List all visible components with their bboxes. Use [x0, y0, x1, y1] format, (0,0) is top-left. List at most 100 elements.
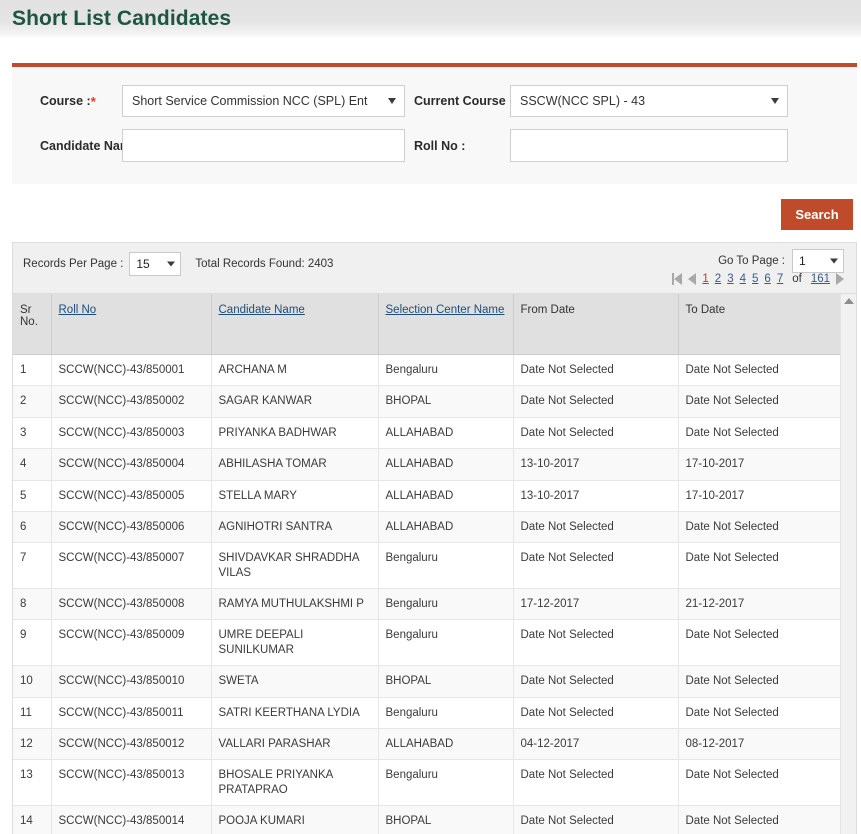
form-row-name-roll: Candidate Name : Roll No :: [12, 129, 857, 162]
table-header-row: Sr No. Roll No Candidate Name Selection Cent…: [13, 294, 840, 355]
table-cell-4: Date Not Selected: [513, 619, 679, 667]
table-scrollbar[interactable]: [840, 294, 856, 834]
candidates-table-wrapper: Sr No. Roll No Candidate Name Selection Cent…: [12, 294, 857, 834]
table-cell-4: Date Not Selected: [513, 354, 679, 387]
table-row: 11 SCCW(NCC)-43/850011 SATRI KEERTHANA LYD…: [13, 697, 840, 729]
table-cell-0: 8: [13, 588, 52, 621]
candidate-name-input[interactable]: [122, 129, 405, 162]
table-cell-3: ALLAHABAD: [378, 417, 514, 450]
page-links-top: 1234567 of 161: [672, 273, 844, 285]
page-link-7-top[interactable]: 7: [777, 273, 783, 285]
table-cell-5: 21-12-2017: [678, 588, 840, 621]
page-link-6-top[interactable]: 6: [764, 273, 770, 285]
table-cell-3: BHOPAL: [378, 665, 514, 698]
first-page-icon[interactable]: [672, 273, 683, 285]
pagination-top: Records Per Page : 15 Total Records Foun…: [12, 242, 857, 294]
table-cell-3: BHOPAL: [378, 385, 514, 418]
table-cell-3: Bengaluru: [378, 619, 514, 667]
table-cell-2: STELLA MARY: [211, 480, 379, 512]
course-required-asterisk: *: [90, 93, 96, 109]
table-row: 9 SCCW(NCC)-43/850009 UMRE DEEPALI SUNILKU…: [13, 619, 840, 667]
table-row: 3 SCCW(NCC)-43/850003 PRIYANKA BADHWAR ALLA…: [13, 417, 840, 450]
page-link-5-top[interactable]: 5: [752, 273, 758, 285]
current-course-label-text: Current Course :: [414, 93, 514, 108]
current-course-label: Current Course :*: [405, 93, 518, 109]
table-cell-1: SCCW(NCC)-43/850005: [51, 480, 212, 512]
current-course-select[interactable]: SSCW(NCC SPL) - 43: [510, 85, 788, 117]
table-cell-1: SCCW(NCC)-43/850002: [51, 385, 212, 418]
table-cell-5: Date Not Selected: [678, 665, 840, 698]
course-label: Course :*: [12, 94, 122, 109]
page-content: Course :* Short Service Commission NCC (…: [0, 63, 861, 834]
table-cell-1: SCCW(NCC)-43/850007: [51, 542, 212, 589]
table-cell-1: SCCW(NCC)-43/850001: [51, 354, 212, 387]
table-cell-0: 9: [13, 619, 52, 667]
course-select-wrapper: Short Service Commission NCC (SPL) Ent: [122, 85, 405, 117]
candidate-name-input-wrapper: [122, 129, 405, 162]
next-page-icon[interactable]: [836, 273, 844, 285]
table-header-cell-2[interactable]: Candidate Name: [211, 294, 379, 355]
table-cell-0: 7: [13, 542, 52, 589]
table-cell-1: SCCW(NCC)-43/850004: [51, 448, 212, 481]
table-header-cell-1[interactable]: Roll No: [51, 294, 212, 355]
table-cell-2: ARCHANA M: [211, 354, 379, 387]
form-row-course: Course :* Short Service Commission NCC (…: [12, 85, 857, 117]
table-cell-3: Bengaluru: [378, 697, 514, 729]
roll-no-input-wrapper: [510, 129, 788, 162]
course-select[interactable]: Short Service Commission NCC (SPL) Ent: [122, 85, 405, 117]
table-header-label-3[interactable]: Selection Center Name: [386, 304, 505, 316]
page-link-1-top[interactable]: 1: [702, 273, 708, 285]
table-row: 4 SCCW(NCC)-43/850004 ABHILASHA TOMAR ALLAH…: [13, 448, 840, 481]
total-pages-link-top[interactable]: 161: [811, 273, 830, 285]
table-row: 7 SCCW(NCC)-43/850007 SHIVDAVKAR SHRADDHA …: [13, 542, 840, 589]
table-header-label-1[interactable]: Roll No: [59, 304, 97, 316]
table-row: 6 SCCW(NCC)-43/850006 AGNIHOTRI SANTRA ALLA…: [13, 511, 840, 544]
table-cell-4: 04-12-2017: [513, 728, 679, 761]
table-cell-5: 17-10-2017: [678, 480, 840, 512]
table-header-cell-3[interactable]: Selection Center Name: [378, 294, 514, 355]
goto-page-group-top: Go To Page : 1: [718, 249, 844, 273]
table-cell-4: Date Not Selected: [513, 385, 679, 418]
table-cell-1: SCCW(NCC)-43/850010: [51, 665, 212, 698]
table-cell-4: Date Not Selected: [513, 759, 679, 806]
table-cell-0: 1: [13, 354, 52, 387]
table-cell-4: Date Not Selected: [513, 511, 679, 544]
of-label-top: of: [792, 273, 802, 285]
table-cell-3: ALLAHABAD: [378, 511, 514, 544]
table-cell-5: Date Not Selected: [678, 542, 840, 589]
table-header-cell-4: From Date: [513, 294, 679, 355]
search-button-bar: Search: [12, 184, 857, 242]
table-cell-0: 11: [13, 697, 52, 729]
table-cell-0: 2: [13, 385, 52, 418]
table-cell-4: Date Not Selected: [513, 697, 679, 729]
goto-page-select-top[interactable]: 1: [792, 249, 844, 273]
table-cell-3: Bengaluru: [378, 354, 514, 387]
page-header: Short List Candidates: [0, 0, 861, 38]
total-records-found-top: Total Records Found: 2403: [195, 258, 334, 270]
table-cell-2: SWETA: [211, 665, 379, 698]
records-per-page-select-top[interactable]: 15: [129, 252, 182, 276]
roll-no-input[interactable]: [510, 129, 788, 162]
table-cell-0: 5: [13, 480, 52, 512]
table-cell-3: ALLAHABAD: [378, 728, 514, 761]
table-cell-4: Date Not Selected: [513, 665, 679, 698]
scroll-up-icon[interactable]: [843, 298, 854, 304]
table-header-label-2[interactable]: Candidate Name: [219, 304, 305, 316]
table-row: 10 SCCW(NCC)-43/850010 SWETA BHOPAL Date Not…: [13, 665, 840, 698]
table-cell-1: SCCW(NCC)-43/850008: [51, 588, 212, 621]
candidates-table: Sr No. Roll No Candidate Name Selection Cent…: [13, 294, 840, 834]
goto-page-select-wrapper-top: 1: [792, 249, 844, 273]
first-page-arrow: [674, 273, 683, 285]
page-link-4-top[interactable]: 4: [740, 273, 746, 285]
records-per-page-label-top: Records Per Page :: [23, 258, 124, 270]
table-row: 5 SCCW(NCC)-43/850005 STELLA MARY ALLAHABAD…: [13, 480, 840, 512]
table-cell-0: 14: [13, 805, 52, 834]
page-link-2-top[interactable]: 2: [715, 273, 721, 285]
search-button[interactable]: Search: [781, 199, 853, 230]
roll-no-label: Roll No :: [414, 138, 466, 153]
page-link-3-top[interactable]: 3: [727, 273, 733, 285]
course-label-text: Course :: [40, 93, 91, 108]
prev-page-icon[interactable]: [688, 273, 697, 285]
table-cell-1: SCCW(NCC)-43/850009: [51, 619, 212, 667]
table-cell-0: 13: [13, 759, 52, 806]
